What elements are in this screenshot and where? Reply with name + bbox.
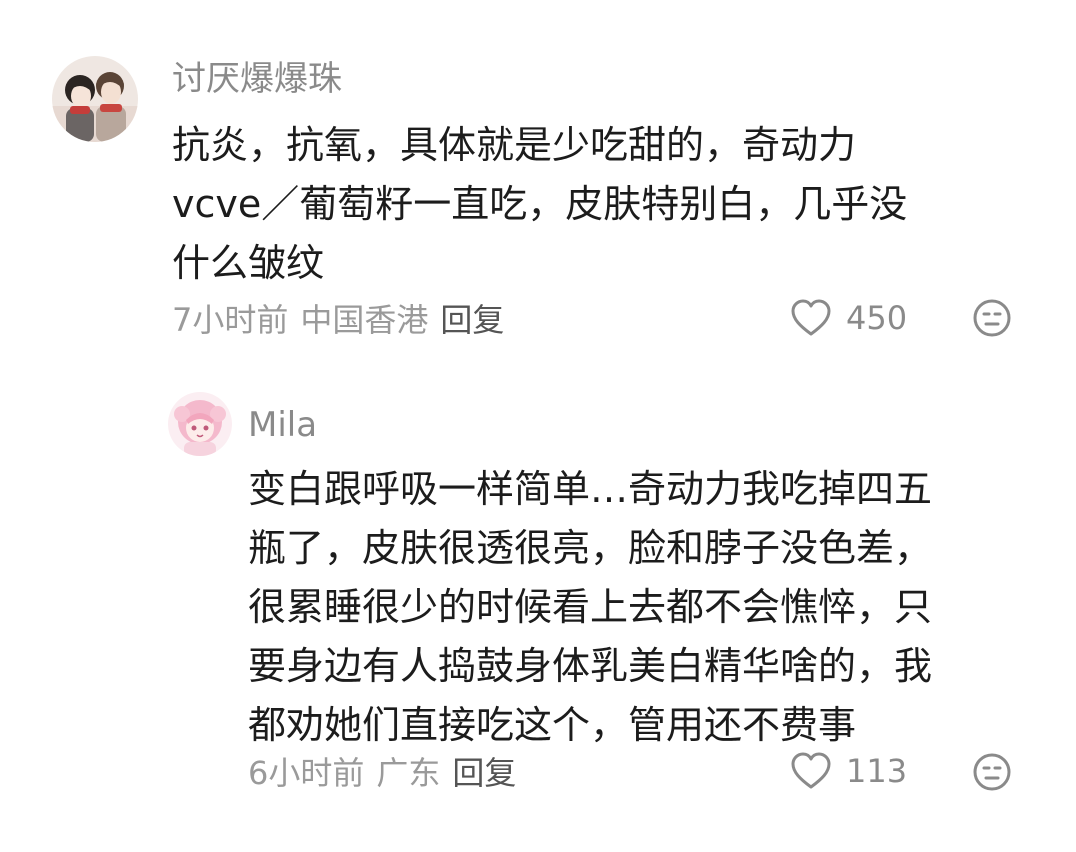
like-button[interactable]: 113: [790, 751, 907, 791]
username[interactable]: 讨厌爆爆珠: [172, 62, 342, 96]
pink-anime-girl-avatar-icon: [168, 392, 232, 456]
comment-line: 很累睡很少的时候看上去都不会憔悴，只: [248, 585, 933, 629]
comment-meta: 7小时前 中国香港 回复: [172, 304, 516, 336]
avatar[interactable]: [52, 56, 138, 142]
reply-button[interactable]: 回复: [452, 754, 516, 792]
comment-line: 要身边有人捣鼓身体乳美白精华啥的，我: [248, 644, 933, 688]
neutral-face-icon: [973, 753, 1011, 791]
comment-meta: 6小时前 广东 回复: [248, 757, 528, 789]
heart-outline-icon: [791, 752, 831, 789]
location: 中国香港: [300, 301, 429, 339]
timestamp: 7小时前: [172, 301, 289, 339]
comment-line: 什么皱纹: [172, 241, 325, 285]
comment-line: vcve／葡萄籽一直吃，皮肤特别白，几乎没: [172, 182, 908, 226]
comment-line: 瓶了，皮肤很透很亮，脸和脖子没色差，: [248, 526, 933, 570]
heart-outline-icon: [791, 299, 831, 336]
reaction-button[interactable]: [972, 298, 1012, 338]
reply-button[interactable]: 回复: [440, 301, 504, 339]
neutral-face-icon: [973, 299, 1011, 337]
avatar[interactable]: [168, 392, 232, 456]
timestamp: 6小时前: [248, 754, 365, 792]
anime-couple-avatar-icon: [52, 56, 138, 142]
comment-line: 变白跟呼吸一样简单…奇动力我吃掉四五: [248, 467, 933, 511]
comment-line: 抗炎，抗氧，具体就是少吃甜的，奇动力: [172, 123, 857, 167]
username[interactable]: Mila: [248, 408, 317, 442]
comment-line: 都劝她们直接吃这个，管用还不费事: [248, 703, 857, 747]
comment-text: 变白跟呼吸一样简单…奇动力我吃掉四五 瓶了，皮肤很透很亮，脸和脖子没色差， 很累…: [248, 460, 932, 755]
comment-text: 抗炎，抗氧，具体就是少吃甜的，奇动力 vcve／葡萄籽一直吃，皮肤特别白，几乎没…: [172, 116, 907, 293]
reaction-button[interactable]: [972, 752, 1012, 792]
like-count: 450: [846, 299, 908, 337]
like-count: 113: [846, 752, 908, 790]
like-button[interactable]: 450: [790, 298, 907, 338]
location: 广东: [376, 754, 441, 792]
